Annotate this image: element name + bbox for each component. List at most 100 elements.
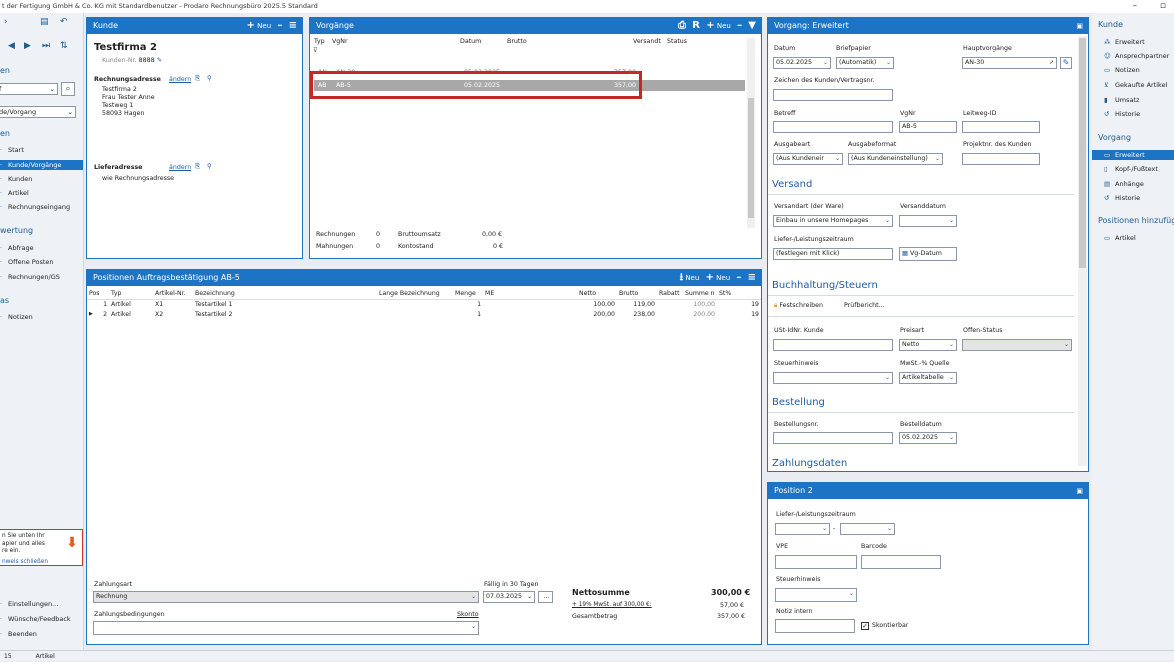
liefer-bis-select[interactable]: ⌄ — [840, 523, 895, 535]
nav-search-select[interactable]: f⌄ — [0, 83, 58, 95]
barcode-input[interactable] — [861, 555, 941, 569]
position-new-button[interactable]: Neu — [685, 274, 699, 282]
next-record-icon[interactable]: ▶ — [24, 41, 31, 51]
minus-icon[interactable]: – — [736, 272, 741, 283]
hint-close-link[interactable]: nweis schließen — [2, 559, 79, 567]
nav-item-notizen[interactable]: · Notizen — [0, 313, 33, 321]
rechnungsadresse-aendern-link[interactable]: ändern — [169, 76, 191, 83]
nav-item-start[interactable]: · Start — [0, 146, 24, 154]
plus-icon[interactable]: + — [247, 20, 255, 31]
lieferzeitraum-field[interactable]: (festlegen mit Klick) — [773, 248, 893, 260]
col-brutto[interactable]: Brutto — [507, 38, 527, 45]
ausgabeart-select[interactable]: (Aus Kundeneir ⌄ — [773, 153, 843, 165]
col-vgnr[interactable]: VgNr — [332, 38, 348, 45]
datum-picker[interactable]: 05.02.2025 ⌄ — [773, 57, 831, 69]
faellig-more-button[interactable]: ... — [538, 591, 553, 603]
ustid-input[interactable] — [773, 339, 893, 351]
faellig-date-picker[interactable]: 07.03.2025 ⌄ — [483, 591, 535, 603]
right-item-vorgang-historie[interactable]: ↺ Historie — [1104, 194, 1140, 202]
col-typ[interactable]: Typ — [314, 38, 325, 45]
position-steuerhinweis-select[interactable]: ⌄ — [775, 588, 857, 602]
nav-item-abfrage[interactable]: · Abfrage — [0, 244, 34, 252]
status-tab[interactable]: Artikel — [36, 653, 55, 660]
nav-item-einstellungen[interactable]: · Einstellungen... — [0, 600, 58, 608]
search-icon[interactable]: ⌕ — [61, 82, 75, 96]
nav-item-rechnungseingang[interactable]: · Rechnungseingang — [0, 203, 70, 211]
prev-record-icon[interactable]: ◀ — [8, 41, 15, 51]
minus-icon[interactable]: – — [737, 20, 742, 31]
minus-icon[interactable]: – — [277, 20, 282, 31]
scrollbar[interactable] — [1078, 36, 1087, 466]
ausgabeformat-select[interactable]: (Aus Kundeneinstellung) ⌄ — [848, 153, 943, 165]
vgnr-input[interactable]: AB-5 — [899, 121, 957, 133]
maximize-button[interactable]: ▫ — [1160, 1, 1166, 11]
menu-icon[interactable]: ≡ — [748, 272, 756, 283]
edit-pencil-icon[interactable]: ✎ — [1060, 57, 1072, 69]
pruefbericht-button[interactable]: Prüfbericht... — [844, 302, 885, 309]
right-item-notizen[interactable]: ▭ Notizen — [1104, 66, 1140, 74]
nav-item-kunde-vorgaenge[interactable]: · Kunde/Vorgänge — [0, 160, 83, 170]
nav-item-offene-posten[interactable]: · Offene Posten — [0, 258, 54, 266]
copy-icon[interactable]: ⎘ — [195, 163, 200, 171]
projektnr-input[interactable] — [962, 153, 1040, 165]
steuerhinweis-select[interactable]: ⌄ — [773, 372, 893, 384]
panel-toggle-icon[interactable]: ▣ — [1076, 483, 1083, 499]
filter-icon[interactable]: ▼ — [748, 20, 756, 31]
zahlungsart-select[interactable]: Rechnung ⌄ — [93, 591, 479, 603]
versandart-select[interactable]: Einbau in unsere Homepages ⌄ — [773, 215, 893, 227]
table-row[interactable]: 1 Artikel X1 Testartikel 1 1 100,00 119,… — [87, 299, 761, 309]
nav-item-rechnungen-gs[interactable]: · Rechnungen/GS — [0, 273, 60, 281]
skontierbar-checkbox[interactable]: ✓ — [861, 622, 869, 630]
plus-icon[interactable]: + — [706, 20, 714, 31]
bestellnr-input[interactable] — [773, 432, 893, 444]
liefer-von-select[interactable]: ⌄ — [775, 523, 830, 535]
vpe-input[interactable] — [775, 555, 857, 569]
nav-item-beenden[interactable]: · Beenden — [0, 630, 37, 638]
copy-icon[interactable]: ⎘ — [195, 75, 200, 83]
map-pin-icon[interactable]: ⚲ — [207, 163, 212, 170]
kunde-new-button[interactable]: Neu — [257, 22, 271, 30]
nav-view-select[interactable]: de/Vorgang ⌄ — [0, 106, 76, 118]
sort-icon[interactable]: ⇅ — [60, 41, 68, 51]
forward-icon[interactable]: › — [4, 17, 8, 27]
zahlungsbedingungen-select[interactable]: ⌄ — [93, 621, 479, 635]
right-item-kopf-fusstext[interactable]: ▯ Kopf-/Fußtext — [1104, 165, 1158, 173]
right-item-kunde-historie[interactable]: ↺ Historie — [1104, 110, 1140, 118]
right-item-umsatz[interactable]: ▮ Umsatz — [1104, 96, 1139, 104]
right-item-ansprechpartner[interactable]: ☺ Ansprechpartner — [1104, 52, 1169, 60]
hauptvorgaenge-field[interactable]: AN-30 ➚ — [962, 57, 1057, 69]
skonto-link[interactable]: Skonto — [457, 611, 479, 618]
notiz-intern-input[interactable] — [775, 619, 855, 633]
lieferadresse-aendern-link[interactable]: ändern — [169, 164, 191, 171]
vg-datum-button[interactable]: ▦ Vg-Datum — [899, 247, 957, 261]
bestelldatum-picker[interactable]: 05.02.2025 ⌄ — [899, 432, 957, 444]
last-record-icon[interactable]: ⏭ — [42, 41, 50, 51]
filter-row-icon[interactable]: ⊽ — [313, 47, 318, 54]
right-item-vorgang-erweitert[interactable]: ▭ Erweitert — [1092, 150, 1174, 160]
right-item-gekaufte-artikel[interactable]: ⊻ Gekaufte Artikel — [1104, 81, 1167, 89]
briefpapier-select[interactable]: (Automatik) ⌄ — [836, 57, 894, 69]
col-datum[interactable]: Datum — [460, 38, 481, 45]
position-new2-button[interactable]: Neu — [716, 274, 730, 282]
edit-pencil-icon[interactable]: ✎ — [157, 57, 162, 64]
scrollbar[interactable] — [747, 38, 755, 228]
print-icon[interactable]: ⎙ — [678, 20, 686, 31]
betreff-input[interactable] — [773, 121, 893, 133]
nav-item-kunden[interactable]: · Kunden — [0, 175, 32, 183]
add-position-icon[interactable]: ⭳ — [680, 272, 684, 283]
menu-icon[interactable]: ≡ — [289, 20, 297, 31]
vorgang-new-button[interactable]: Neu — [717, 22, 731, 30]
right-item-anhaenge[interactable]: ▤ Anhänge — [1104, 180, 1144, 188]
save-icon[interactable]: ▤ — [40, 17, 49, 27]
nav-item-feedback[interactable]: · Wünsche/Feedback — [0, 615, 71, 623]
right-item-kunde-erweitert[interactable]: ⁂ Erweitert — [1104, 38, 1145, 46]
map-pin-icon[interactable]: ⚲ — [207, 75, 212, 82]
undo-icon[interactable]: ↶ — [60, 17, 68, 27]
mwst-quelle-select[interactable]: Artikeltabelle ⌄ — [899, 372, 957, 384]
scrollbar-thumb[interactable] — [748, 98, 754, 218]
col-versandt[interactable]: Versandt — [633, 38, 661, 45]
minimize-button[interactable]: – — [1133, 1, 1138, 11]
nav-item-artikel[interactable]: · Artikel — [0, 189, 29, 197]
report-r-icon[interactable]: R — [692, 20, 700, 31]
add-sub-icon[interactable]: + — [706, 272, 714, 283]
